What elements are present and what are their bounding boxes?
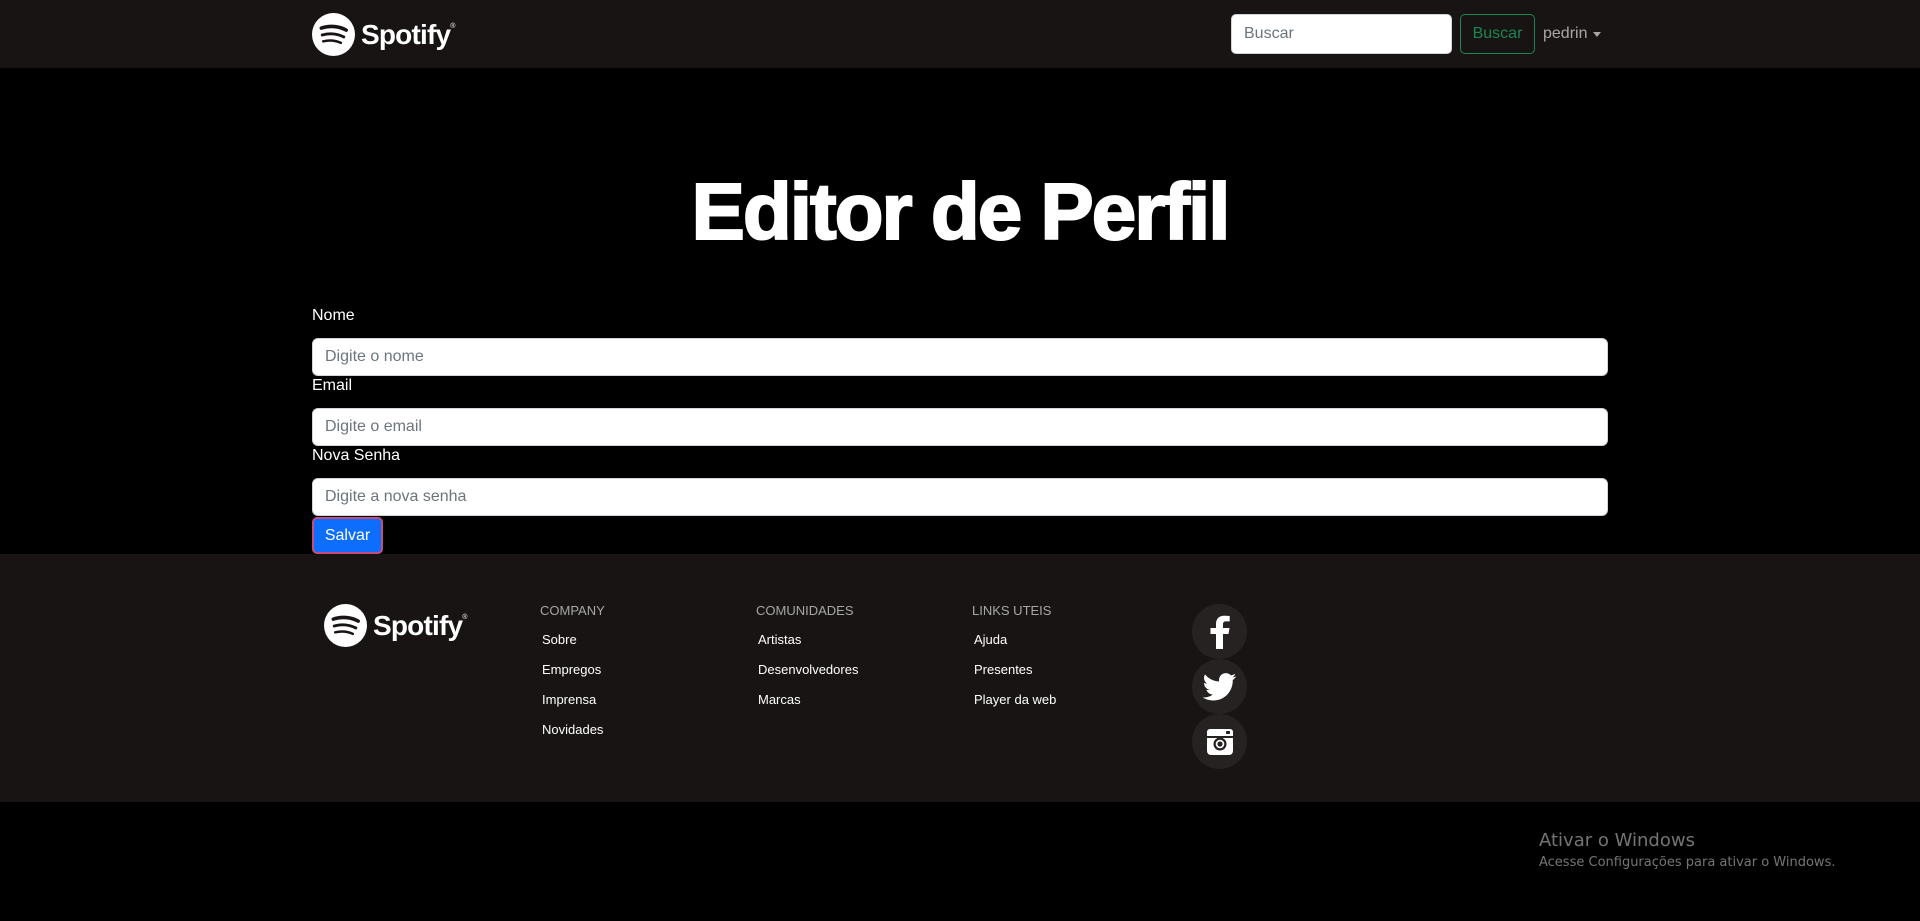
footer-link-presentes[interactable]: Presentes bbox=[974, 659, 1056, 689]
new-password-label: Nova Senha bbox=[312, 447, 401, 464]
footer-column-title: COMPANY bbox=[540, 603, 605, 618]
watermark-subtitle: Acesse Configurações para ativar o Windo… bbox=[1539, 855, 1836, 870]
footer-link-imprensa[interactable]: Imprensa bbox=[542, 689, 605, 719]
footer-column-links-uteis: LINKS UTEIS Ajuda Presentes Player da we… bbox=[972, 603, 1056, 719]
footer-link-desenvolvedores[interactable]: Desenvolvedores bbox=[758, 659, 858, 689]
footer-link-sobre[interactable]: Sobre bbox=[542, 629, 605, 659]
save-button[interactable]: Salvar bbox=[312, 517, 383, 554]
name-input[interactable] bbox=[312, 338, 1608, 376]
facebook-icon bbox=[1210, 615, 1230, 649]
spotify-logo-icon bbox=[324, 604, 367, 647]
footer-brand[interactable]: Spotify® bbox=[324, 604, 468, 647]
new-password-input[interactable] bbox=[312, 478, 1608, 516]
search-button[interactable]: Buscar bbox=[1460, 14, 1535, 54]
spotify-logo-icon bbox=[312, 13, 355, 56]
footer-brand-wordmark: Spotify® bbox=[373, 609, 468, 642]
page-title: Editor de Perfil bbox=[691, 166, 1232, 257]
watermark-title: Ativar o Windows bbox=[1539, 830, 1695, 851]
footer-link-empregos[interactable]: Empregos bbox=[542, 659, 605, 689]
footer-link-player-da-web[interactable]: Player da web bbox=[974, 689, 1056, 719]
email-label: Email bbox=[312, 377, 353, 394]
footer-link-ajuda[interactable]: Ajuda bbox=[974, 629, 1056, 659]
footer-column-company: COMPANY Sobre Empregos Imprensa Novidade… bbox=[540, 603, 605, 749]
name-label: Nome bbox=[312, 307, 355, 324]
brand-name: Spotify bbox=[361, 18, 451, 50]
user-name: pedrin bbox=[1543, 25, 1588, 42]
caret-down-icon bbox=[1593, 31, 1602, 37]
footer-link-marcas[interactable]: Marcas bbox=[758, 689, 858, 719]
footer-brand-name: Spotify bbox=[373, 609, 463, 641]
user-dropdown[interactable]: pedrin bbox=[1543, 14, 1602, 54]
footer: Spotify® COMPANY Sobre Empregos Imprensa… bbox=[0, 554, 1920, 802]
navbar: Spotify® Buscar pedrin bbox=[0, 0, 1920, 68]
twitter-icon bbox=[1202, 672, 1236, 700]
registered-mark: ® bbox=[450, 22, 455, 30]
footer-registered-mark: ® bbox=[462, 613, 467, 621]
search-input[interactable] bbox=[1231, 14, 1452, 54]
instagram-button[interactable] bbox=[1192, 714, 1247, 769]
twitter-button[interactable] bbox=[1192, 659, 1247, 714]
footer-link-artistas[interactable]: Artistas bbox=[758, 629, 858, 659]
footer-column-title: COMUNIDADES bbox=[756, 603, 854, 618]
facebook-button[interactable] bbox=[1192, 604, 1247, 659]
instagram-icon bbox=[1206, 728, 1233, 755]
footer-column-title: LINKS UTEIS bbox=[972, 603, 1052, 618]
footer-column-comunidades: COMUNIDADES Artistas Desenvolvedores Mar… bbox=[756, 603, 858, 719]
spotify-brand-link[interactable]: Spotify® bbox=[312, 13, 456, 56]
brand-wordmark: Spotify® bbox=[361, 18, 456, 51]
footer-link-novidades[interactable]: Novidades bbox=[542, 719, 605, 749]
windows-activation-watermark: Ativar o Windows Acesse Configurações pa… bbox=[1539, 829, 1835, 873]
email-input[interactable] bbox=[312, 408, 1608, 446]
